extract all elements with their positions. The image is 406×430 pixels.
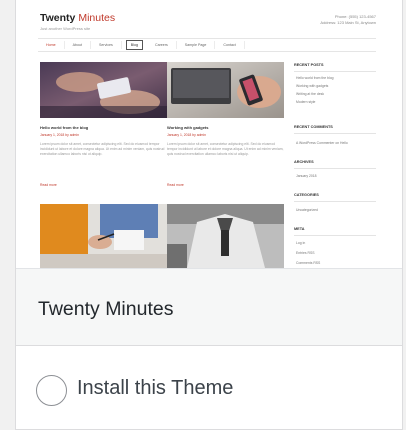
preview-nav-item: Services: [91, 41, 122, 49]
theme-name-bar: Twenty Minutes: [16, 268, 402, 346]
sidebar-item: Uncategorized: [296, 208, 318, 212]
theme-screenshot[interactable]: Twenty Minutes Just another WordPress si…: [16, 0, 402, 268]
preview-contact: Phone: (555) 123-4567 Address: 123 Main …: [320, 14, 376, 26]
sidebar-item: Working with gadgets: [296, 84, 329, 88]
install-theme-label[interactable]: Install this Theme: [77, 377, 233, 400]
post-read-more: Read more: [167, 183, 184, 187]
preview-nav-item: Blog: [125, 40, 143, 50]
sidebar-item: Comments RSS: [296, 261, 321, 265]
sidebar-item: Hello world from the blog: [296, 76, 334, 80]
sidebar-divider: [294, 201, 376, 202]
post-image-man-jacket: [167, 204, 284, 268]
preview-tagline: Just another WordPress site: [40, 26, 91, 31]
sidebar-divider: [294, 71, 376, 72]
preview-nav-item: Contact: [215, 41, 245, 49]
sidebar-item: A WordPress Commenter on Hello: [296, 141, 348, 145]
post-title: Working with gadgets: [167, 125, 209, 130]
sidebar-heading: RECENT COMMENTS: [294, 125, 333, 129]
post-read-more: Read more: [40, 183, 57, 187]
post-title: Hello world from the blog: [40, 125, 89, 130]
theme-name: Twenty Minutes: [38, 298, 174, 320]
preview-logo-accent: Minutes: [78, 12, 116, 24]
post-image-laptop-phone: [167, 62, 284, 118]
preview-nav: Home About Services Blog Careers Sample …: [38, 38, 376, 52]
sidebar-item: Entries RSS: [296, 251, 315, 255]
preview-nav-item: Sample Page: [177, 41, 216, 49]
sidebar-heading: ARCHIVES: [294, 160, 314, 164]
theme-card[interactable]: Twenty Minutes Just another WordPress si…: [15, 0, 403, 430]
preview-contact-line: Address: 123 Main St, Anytown: [320, 20, 376, 25]
sidebar-divider: [294, 133, 376, 134]
sidebar-divider: [294, 235, 376, 236]
post-image-desk-writing: [40, 204, 170, 268]
preview-nav-item: Careers: [147, 41, 177, 49]
post-meta: January 1, 2018 by admin: [40, 133, 80, 137]
post-excerpt: Lorem ipsum dolor sit amet, consectetur …: [167, 142, 284, 156]
sidebar-heading: META: [294, 227, 305, 231]
sidebar-heading: CATEGORIES: [294, 193, 319, 197]
post-excerpt: Lorem ipsum dolor sit amet, consectetur …: [40, 142, 165, 156]
preview-logo-main: Twenty: [40, 12, 76, 24]
install-theme-option[interactable]: Install this Theme: [16, 347, 402, 429]
post-image-hands-phone: [40, 62, 170, 118]
preview-nav-item: Home: [38, 41, 65, 49]
sidebar-item: January 2018: [296, 174, 317, 178]
preview-logo: Twenty Minutes: [40, 12, 115, 24]
preview-nav-item: About: [65, 41, 91, 49]
sidebar-divider: [294, 168, 376, 169]
sidebar-item: Modern style: [296, 100, 316, 104]
post-meta: January 1, 2018 by admin: [167, 133, 207, 137]
install-radio-button[interactable]: [36, 375, 67, 406]
sidebar-item: Writing at the desk: [296, 92, 325, 96]
sidebar-heading: RECENT POSTS: [294, 63, 324, 67]
sidebar-item: Log in: [296, 241, 306, 245]
